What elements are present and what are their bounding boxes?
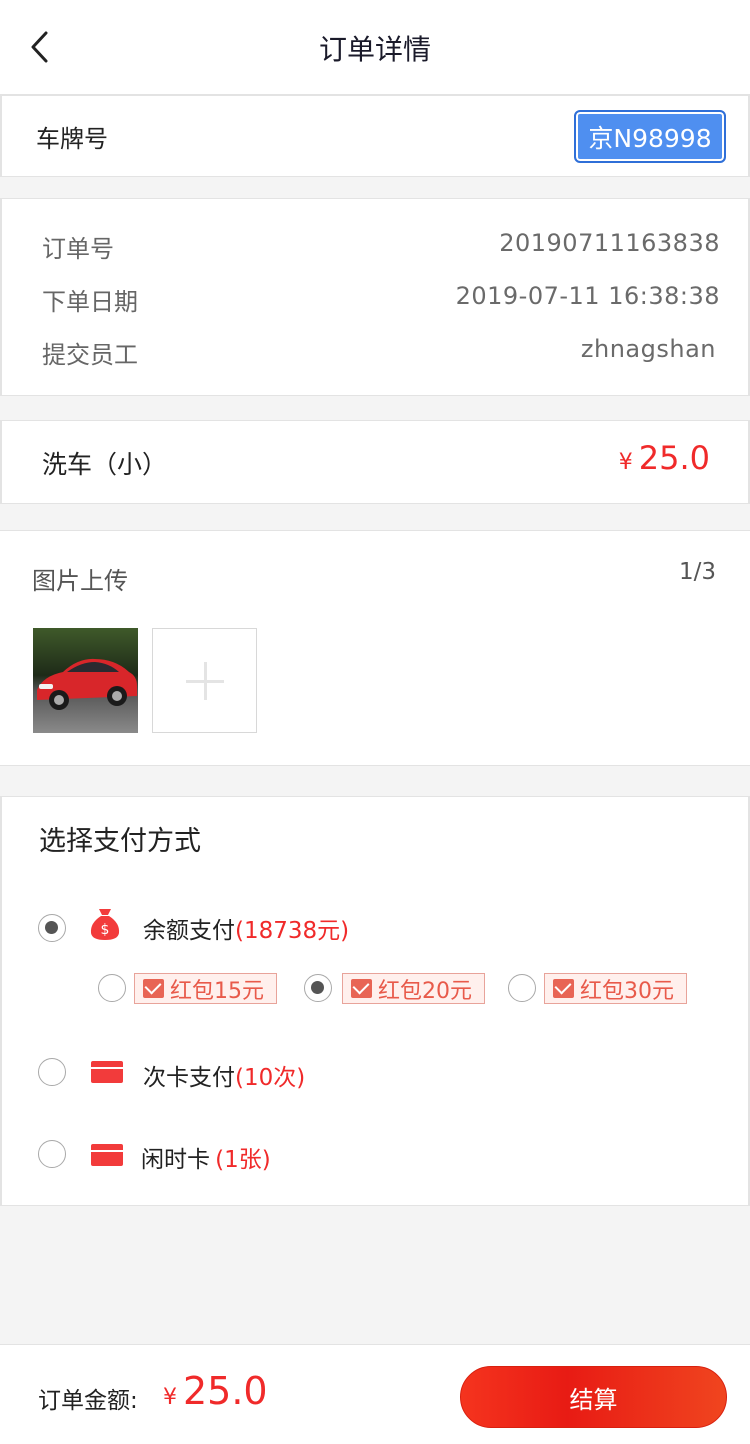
red-envelope-icon — [553, 979, 574, 998]
order-number-row: 订单号 20190711163838 — [2, 229, 750, 269]
coupon-20-label: 红包20元 — [378, 978, 472, 1004]
nav-header: 订单详情 — [0, 0, 750, 95]
photo-upload-title: 图片上传 — [32, 567, 128, 595]
coupon-30-label: 红包30元 — [580, 978, 674, 1004]
card-icon — [91, 1061, 123, 1083]
coupon-30[interactable]: 红包30元 — [544, 973, 687, 1004]
total-label: 订单金额: — [38, 1388, 138, 1414]
add-photo-button[interactable] — [152, 628, 257, 733]
total-amount: ¥25.0 — [163, 1369, 268, 1413]
car-photo-thumbnail[interactable] — [33, 628, 138, 733]
balance-radio[interactable] — [38, 914, 66, 942]
balance-option[interactable]: 余额支付(18738元) — [143, 911, 349, 945]
service-price-value: 25.0 — [638, 439, 710, 477]
photo-count: 1/3 — [678, 559, 716, 585]
plate-label: 车牌号 — [36, 125, 108, 153]
order-info-section: 订单号 20190711163838 下单日期 2019-07-11 16:38… — [0, 198, 750, 396]
order-number-value: 20190711163838 — [499, 229, 720, 257]
times-card-label: 次卡支付 — [143, 1065, 235, 1091]
photo-upload-section: 图片上传 1/3 — [0, 530, 750, 766]
coupon-15-radio[interactable] — [98, 974, 126, 1002]
currency-symbol: ¥ — [618, 450, 633, 475]
red-envelope-icon — [143, 979, 164, 998]
times-card-radio[interactable] — [38, 1058, 66, 1086]
plate-section: 车牌号 京N98998 — [0, 95, 750, 177]
order-date-label: 下单日期 — [42, 288, 138, 316]
service-section: 洗车（小） ¥25.0 — [0, 420, 750, 504]
coupon-30-radio[interactable] — [508, 974, 536, 1002]
service-name: 洗车（小） — [42, 450, 168, 479]
coupon-15[interactable]: 红包15元 — [134, 973, 277, 1004]
coupon-20-radio[interactable] — [304, 974, 332, 1002]
order-number-label: 订单号 — [42, 235, 114, 263]
staff-label: 提交员工 — [42, 341, 138, 369]
balance-amount: (18738元) — [235, 918, 350, 944]
service-price: ¥25.0 — [619, 439, 710, 477]
order-date-row: 下单日期 2019-07-11 16:38:38 — [2, 282, 750, 322]
idle-card-option[interactable]: 闲时卡 (1张) — [141, 1140, 271, 1174]
balance-label: 余额支付 — [143, 918, 235, 944]
checkout-footer: 订单金额: ¥25.0 结算 — [0, 1344, 750, 1444]
staff-row: 提交员工 zhnagshan — [2, 335, 750, 375]
money-bag-icon: $ — [90, 909, 120, 940]
staff-value: zhnagshan — [580, 335, 716, 363]
idle-card-radio[interactable] — [38, 1140, 66, 1168]
idle-card-count: (1张) — [215, 1147, 271, 1173]
svg-text:$: $ — [101, 922, 110, 938]
times-card-count: (10次) — [235, 1065, 306, 1091]
coupon-20[interactable]: 红包20元 — [342, 973, 485, 1004]
page-title: 订单详情 — [318, 33, 431, 66]
red-envelope-icon — [351, 979, 372, 998]
idle-card-label: 闲时卡 — [141, 1147, 210, 1173]
payment-title: 选择支付方式 — [39, 826, 201, 857]
times-card-option[interactable]: 次卡支付(10次) — [143, 1058, 305, 1092]
order-date-value: 2019-07-11 16:38:38 — [455, 282, 720, 310]
plate-number-badge[interactable]: 京N98998 — [574, 110, 726, 163]
coupon-15-label: 红包15元 — [170, 978, 264, 1004]
card-icon — [91, 1144, 123, 1166]
payment-section: 选择支付方式 $ 余额支付(18738元) 红包15元 红包20元 红包30元 … — [0, 796, 750, 1206]
total-value: 25.0 — [183, 1369, 268, 1413]
checkout-button[interactable]: 结算 — [460, 1366, 727, 1428]
currency-symbol: ¥ — [163, 1385, 177, 1410]
